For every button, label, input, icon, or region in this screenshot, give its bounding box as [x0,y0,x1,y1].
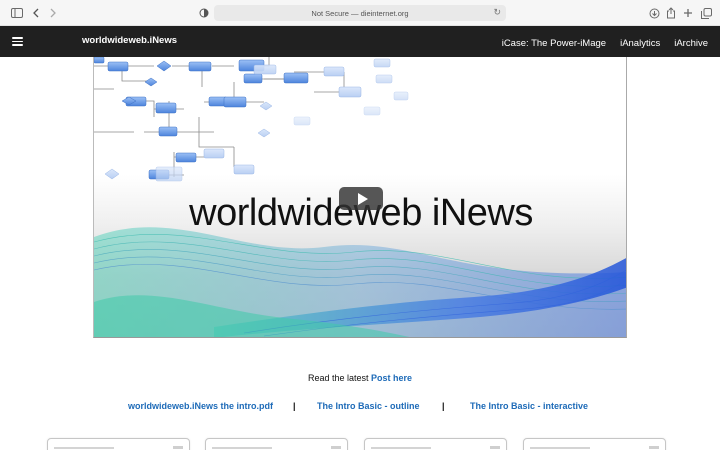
site-header: worldwideweb.iNews iCase: The Power-iMag… [0,26,720,57]
intro-video[interactable]: worldwideweb iNews [93,57,627,338]
preview-card[interactable] [364,438,507,450]
new-tab-icon[interactable] [680,5,696,21]
address-bar[interactable]: Not Secure — dieinternet.org ↻ [214,5,506,21]
sidebar-icon[interactable] [9,5,25,21]
separator: | [293,401,296,411]
nav-icase[interactable]: iCase: The Power-iMage [502,38,606,49]
hamburger-menu-icon[interactable] [12,37,23,46]
separator: | [442,401,445,411]
latest-post-line: Read the latest Post here [0,373,720,383]
privacy-shield-icon[interactable] [196,5,212,21]
intro-pdf-link[interactable]: worldwideweb.iNews the intro.pdf [128,401,273,411]
nav-ianalytics[interactable]: iAnalytics [620,38,660,49]
reload-icon[interactable]: ↻ [493,7,501,18]
intro-outline-link[interactable]: The Intro Basic - outline [317,401,420,411]
latest-prefix: Read the latest [307,373,369,383]
post-here-link[interactable]: Post here [371,373,412,383]
back-icon[interactable] [28,5,44,21]
nav-iarchive[interactable]: iArchive [674,38,708,49]
site-brand[interactable]: worldwideweb.iNews [82,35,177,46]
forward-icon[interactable] [45,5,61,21]
intro-interactive-link[interactable]: The Intro Basic - interactive [470,401,588,411]
browser-toolbar: Not Secure — dieinternet.org ↻ [0,0,720,26]
download-icon[interactable] [646,5,662,21]
tabs-overview-icon[interactable] [698,5,714,21]
play-icon [357,192,368,205]
play-button[interactable] [339,187,383,210]
preview-card[interactable] [523,438,666,450]
url-text: Not Secure — dieinternet.org [311,8,409,18]
main-nav: iCase: The Power-iMage iAnalytics iArchi… [502,38,708,49]
share-icon[interactable] [663,5,679,21]
preview-card[interactable] [47,438,190,450]
preview-card[interactable] [205,438,348,450]
